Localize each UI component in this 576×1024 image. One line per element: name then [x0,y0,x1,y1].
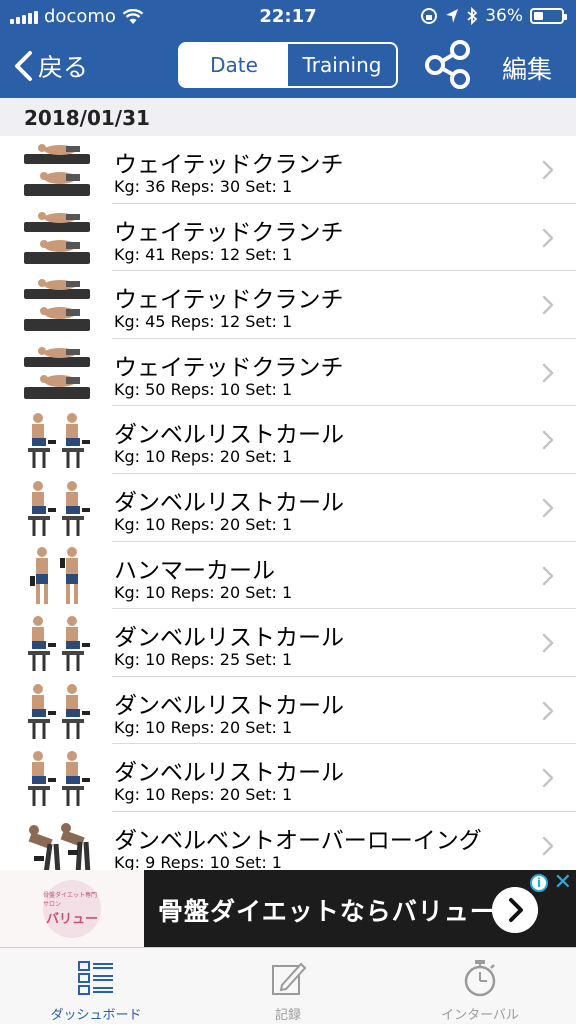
battery-percent: 36% [485,6,523,26]
chevron-right-icon [542,228,554,247]
exercise-detail: Kg: 45 Reps: 12 Set: 1 [114,312,293,332]
exercise-thumbnail [22,343,92,403]
exercise-detail: Kg: 10 Reps: 20 Set: 1 [114,717,293,737]
exercise-thumbnail [22,748,92,808]
chevron-right-icon [542,431,554,450]
chevron-right-icon [542,160,554,180]
orientation-lock-icon [421,8,438,24]
exercise-thumbnail [22,275,92,335]
exercise-name: ダンベルリストカール [114,489,344,516]
exercise-thumbnail [22,816,92,870]
exercise-name: ダンベルベントオーバーローイング [114,827,482,854]
chevron-right-icon [542,769,554,788]
ad-logo-text: バリュー [45,912,98,927]
exercise-name: ウェイテッドクランチ [114,287,344,314]
exercise-detail: Kg: 10 Reps: 20 Set: 1 [114,785,293,805]
exercise-detail: Kg: 41 Reps: 12 Set: 1 [114,244,293,264]
status-bar: docomo 22:17 36% [0,0,576,34]
location-icon [446,9,459,23]
back-label: 戻る [38,53,89,82]
training-log-row[interactable]: ウェイテッドクランチ Kg: 36 Reps: 30 Set: 1 [0,136,576,204]
exercise-name: ウェイテッドクランチ [114,152,344,178]
training-log-row[interactable]: ダンベルリストカール Kg: 10 Reps: 20 Set: 1 [0,677,576,745]
date-section-header: 2018/01/31 [0,98,576,136]
exercise-thumbnail [22,681,92,741]
app-header: docomo 22:17 36% 戻る Date Training 編集 [0,0,576,98]
tab-bar: ダッシュボード 記録 インターバル [0,947,576,1024]
stopwatch-icon [464,960,496,997]
exercise-thumbnail [22,410,92,470]
training-log-row[interactable]: ハンマーカール Kg: 10 Reps: 20 Set: 1 [0,542,576,610]
ad-brand-panel: 骨盤ダイエット専門サロン バリュー [0,870,144,947]
exercise-name: ウェイテッドクランチ [114,219,344,246]
record-icon [272,962,307,995]
chevron-right-icon [542,363,554,383]
ad-go-button[interactable] [492,887,538,933]
back-button[interactable]: 戻る [12,48,88,84]
tab-interval[interactable]: インターバル [384,948,576,1024]
training-log-list: ウェイテッドクランチ Kg: 36 Reps: 30 Set: 1 ウェイテッドクラ… [0,136,576,870]
training-log-row[interactable]: ダンベルリストカール Kg: 10 Reps: 20 Set: 1 [0,474,576,542]
training-log-row[interactable]: ダンベルリストカール Kg: 10 Reps: 25 Set: 1 [0,609,576,677]
tab-interval-label: インターバル [441,1008,519,1023]
tab-dashboard-label: ダッシュボード [50,1008,142,1023]
exercise-thumbnail [22,478,92,538]
ad-message-panel: 骨盤ダイエットならバリュー [144,870,576,947]
exercise-detail: Kg: 10 Reps: 25 Set: 1 [114,650,293,670]
exercise-name: ダンベルリストカール [114,422,344,449]
exercise-name: ダンベルリストカール [114,760,344,787]
training-log-row[interactable]: ダンベルベントオーバーローイング Kg: 9 Reps: 10 Set: 1 [0,812,576,870]
edit-button[interactable]: 編集 [502,50,552,86]
ad-logo-caption: 骨盤ダイエット専門サロン [43,892,97,908]
segment-date[interactable]: Date [180,44,288,86]
ad-text: 骨盤ダイエットならバリュー [158,897,496,926]
chevron-right-icon [542,836,554,856]
chevron-right-icon [542,498,554,518]
ad-banner[interactable]: 骨盤ダイエット専門サロン バリュー 骨盤ダイエットならバリュー i ✕ [0,870,576,947]
training-log-row[interactable]: ウェイテッドクランチ Kg: 41 Reps: 12 Set: 1 [0,204,576,272]
chevron-right-icon [542,633,554,653]
exercise-thumbnail [22,546,92,606]
battery-icon [530,8,567,24]
chevron-right-icon [542,701,554,720]
ad-close-icon[interactable]: ✕ [554,872,572,894]
training-log-row[interactable]: ダンベルリストカール Kg: 10 Reps: 20 Set: 1 [0,744,576,812]
exercise-name: ハンマーカール [114,557,275,584]
exercise-detail: Kg: 50 Reps: 10 Set: 1 [114,379,293,399]
dashboard-icon [78,961,113,995]
tab-dashboard[interactable]: ダッシュボード [0,948,192,1024]
share-icon[interactable] [422,38,474,90]
exercise-thumbnail [22,140,92,200]
exercise-detail: Kg: 10 Reps: 20 Set: 1 [114,447,293,467]
exercise-thumbnail [22,613,92,673]
exercise-detail: Kg: 9 Reps: 10 Set: 1 [114,852,282,870]
training-log-row[interactable]: ウェイテッドクランチ Kg: 45 Reps: 12 Set: 1 [0,271,576,339]
exercise-name: ダンベルリストカール [114,625,344,652]
tab-record-label: 記録 [274,1008,301,1023]
tab-record[interactable]: 記録 [192,948,384,1024]
status-right: 36% [420,6,567,26]
ad-info-icon[interactable]: i [530,874,548,892]
chevron-left-icon [15,51,32,81]
exercise-detail: Kg: 10 Reps: 20 Set: 1 [114,582,293,602]
exercise-name: ダンベルリストカール [114,692,344,719]
training-log-row[interactable]: ウェイテッドクランチ Kg: 50 Reps: 10 Set: 1 [0,339,576,407]
nav-bar: 戻る Date Training 編集 [0,34,576,98]
chevron-right-icon [542,566,554,585]
chevron-right-icon [542,295,554,315]
training-log-row[interactable]: ダンベルリストカール Kg: 10 Reps: 20 Set: 1 [0,406,576,474]
view-segmented-control: Date Training [178,42,398,88]
bluetooth-icon [467,7,478,25]
ad-logo: 骨盤ダイエット専門サロン バリュー [43,879,101,938]
exercise-name: ウェイテッドクランチ [114,354,344,381]
segment-training[interactable]: Training [288,44,396,86]
exercise-thumbnail [22,208,92,268]
exercise-detail: Kg: 36 Reps: 30 Set: 1 [114,177,293,196]
exercise-detail: Kg: 10 Reps: 20 Set: 1 [114,514,293,534]
